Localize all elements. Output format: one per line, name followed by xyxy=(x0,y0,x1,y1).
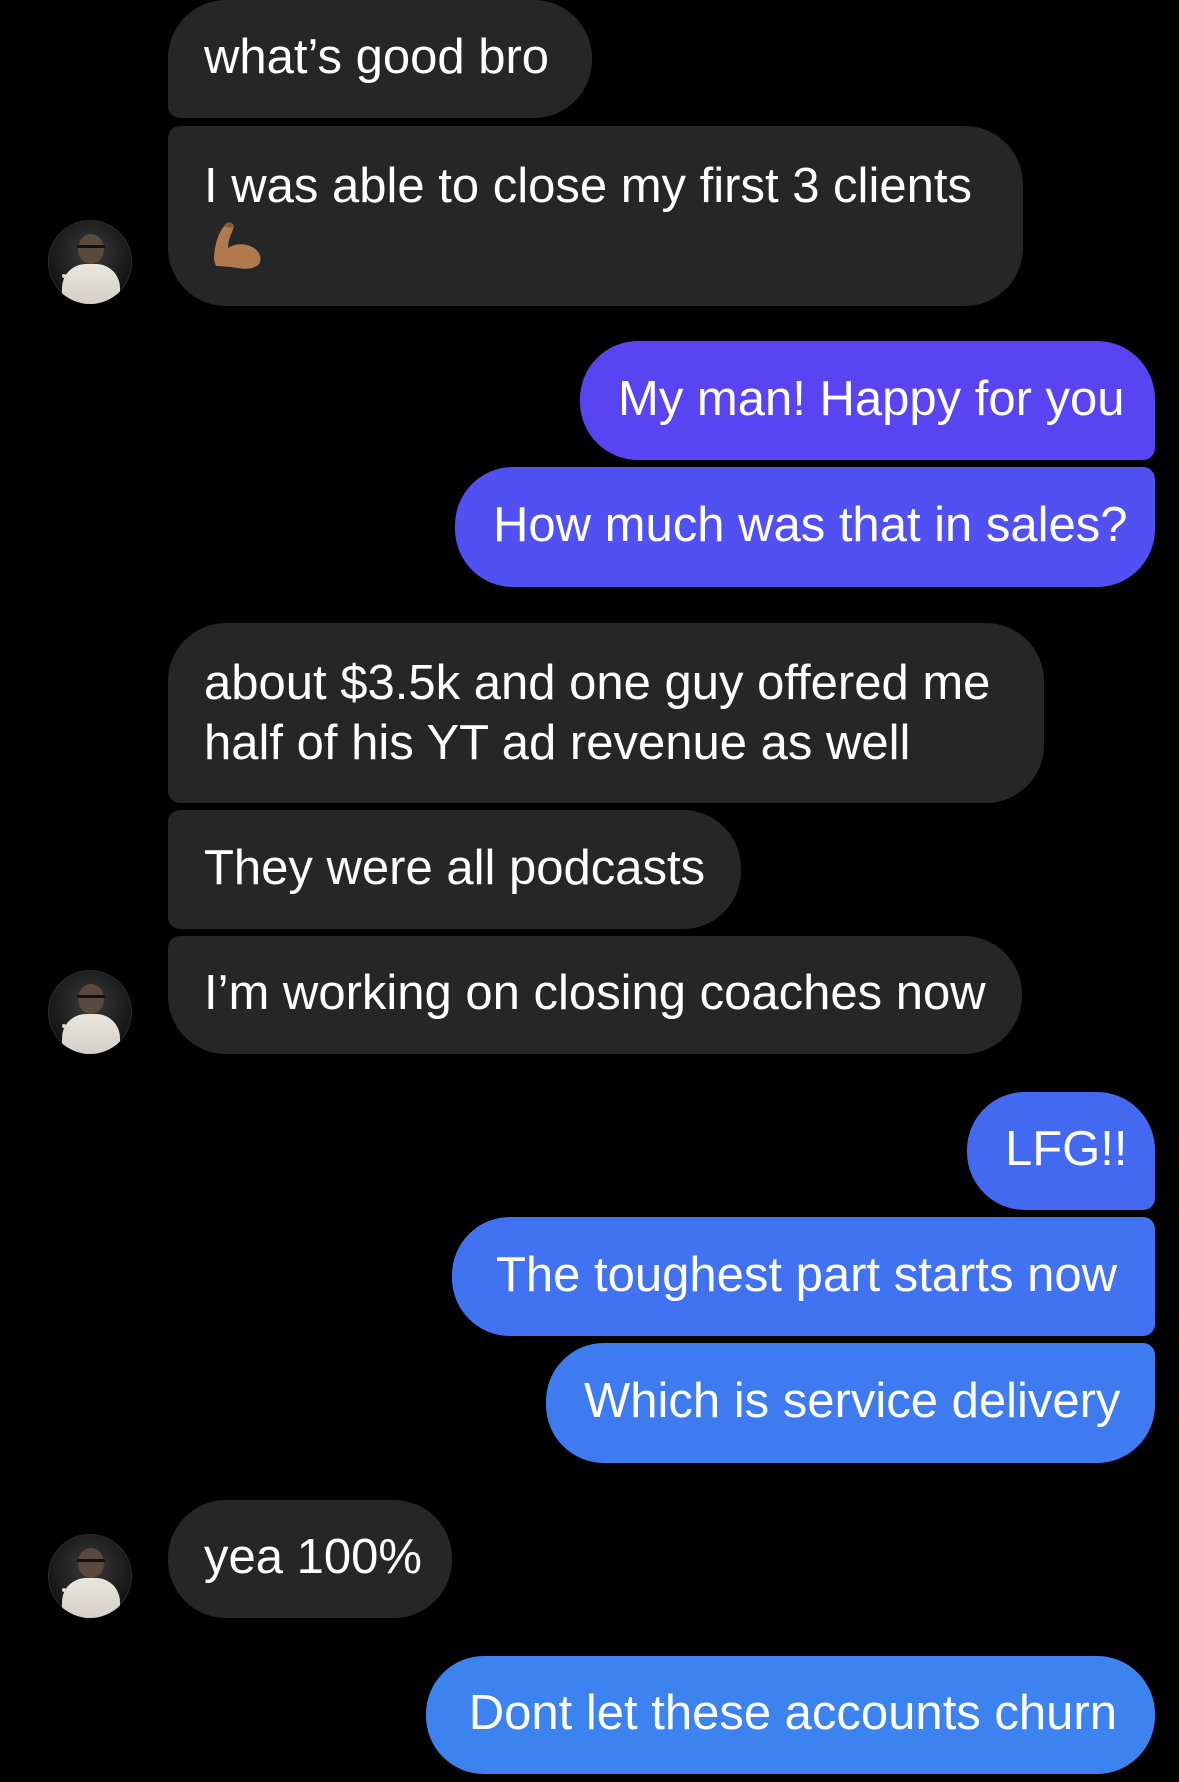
contact-avatar[interactable] xyxy=(48,1534,132,1618)
message-text: Dont let these accounts churn xyxy=(468,1686,1117,1740)
avatar-shirt xyxy=(62,1578,120,1618)
incoming-message-bubble[interactable]: about $3.5k and one guy offered me half … xyxy=(168,623,1044,803)
message-text: I’m working on closing coaches now xyxy=(204,966,986,1020)
message-text: My man! Happy for you xyxy=(618,372,1125,426)
avatar-dot xyxy=(62,1588,66,1592)
message-text: LFG!! xyxy=(1005,1122,1128,1176)
message-text-line: about $3.5k and one guy offered me xyxy=(204,656,991,710)
outgoing-message-bubble[interactable]: Dont let these accounts churn xyxy=(426,1656,1155,1774)
avatar-dot xyxy=(62,1024,66,1028)
message-text: I was able to close my first 3 clients xyxy=(204,159,972,213)
flexed-biceps-icon xyxy=(204,216,268,274)
outgoing-message-bubble[interactable]: LFG!! xyxy=(967,1092,1155,1210)
message-text: How much was that in sales? xyxy=(493,498,1128,552)
incoming-message-bubble[interactable]: yea 100% xyxy=(168,1500,452,1618)
message-text: what’s good bro xyxy=(204,30,550,84)
avatar-shirt xyxy=(62,1014,120,1054)
message-text-line: half of his YT ad revenue as well xyxy=(204,716,911,770)
avatar-glasses xyxy=(77,995,105,1004)
avatar-glasses xyxy=(77,1559,105,1568)
outgoing-message-bubble[interactable]: How much was that in sales? xyxy=(455,467,1155,587)
incoming-message-bubble[interactable]: I’m working on closing coaches now xyxy=(168,936,1022,1054)
message-thread[interactable]: what’s good bro I was able to close my f… xyxy=(0,0,1179,1782)
contact-avatar[interactable] xyxy=(48,220,132,304)
incoming-message-bubble[interactable]: They were all podcasts xyxy=(168,810,741,929)
avatar-dot xyxy=(62,274,66,278)
message-text: They were all podcasts xyxy=(204,841,706,895)
avatar-shirt xyxy=(62,264,120,304)
incoming-message-bubble[interactable]: I was able to close my first 3 clients xyxy=(168,126,1023,306)
outgoing-message-bubble[interactable]: The toughest part starts now xyxy=(452,1217,1155,1336)
incoming-message-bubble[interactable]: what’s good bro xyxy=(168,0,592,118)
outgoing-message-bubble[interactable]: Which is service delivery xyxy=(546,1343,1155,1463)
avatar-glasses xyxy=(77,245,105,254)
contact-avatar[interactable] xyxy=(48,970,132,1054)
message-text: yea 100% xyxy=(204,1530,422,1584)
outgoing-message-bubble[interactable]: My man! Happy for you xyxy=(580,341,1155,460)
message-text: Which is service delivery xyxy=(584,1374,1121,1428)
message-text: The toughest part starts now xyxy=(496,1248,1117,1302)
